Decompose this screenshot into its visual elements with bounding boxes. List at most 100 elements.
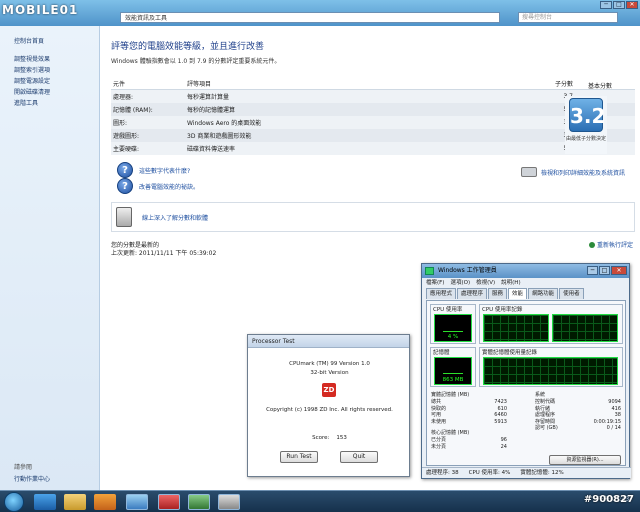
tab-performance[interactable]: 效能 [508,288,528,299]
row-rated: 每秒的記憶體運算 [187,107,236,114]
sidebar-item-index-options[interactable]: 調整索引選項 [14,65,50,76]
row-rated: Windows Aero 的桌面效能 [187,120,262,127]
tm-maximize-button[interactable]: □ [599,266,610,275]
cpu-usage-value: 4 % [447,334,459,340]
sidebar-item-disk-cleanup[interactable]: 開啟磁碟清理 [14,87,50,98]
physical-memory-header: 實體記憶體 (MB) [431,392,470,398]
menu-help[interactable]: 說明(H) [501,278,520,288]
row-rated: 磁碟資料傳送速率 [187,146,236,153]
stat-row: 未使用 5913 [431,419,507,426]
tm-close-button[interactable]: ✕ [611,266,627,275]
resource-monitor-button[interactable]: 資源監視器(R)... [549,455,621,465]
tab-networking[interactable]: 網路功能 [528,288,559,299]
system-stats: 系統 控制代碼 9094 執行緒 416 處理程序 38 存留時間 0:00:19:15… [535,391,621,432]
run-test-button[interactable]: Run Test [280,451,318,463]
see-also-label: 請參閱 [14,464,33,471]
sidebar-item-visual-effects[interactable]: 調整視覺效果 [14,54,50,65]
what-do-numbers-mean-link[interactable]: 這些數字代表什麼? [139,166,190,175]
stat-row: 認可 (GB) 0 / 14 [535,425,621,432]
close-button[interactable]: ✕ [626,1,638,9]
print-details-link[interactable]: 檢視和列印詳細效能及系統資訊 [541,168,625,177]
row-component: 主要硬碟: [113,146,140,153]
sidebar-item-advanced-tools[interactable]: 進階工具 [14,98,50,109]
score-line: Score: 153 [248,435,411,441]
menu-view[interactable]: 檢視(V) [476,278,495,288]
col-component: 元件 [113,81,126,88]
tab-services[interactable]: 服務 [488,288,508,299]
start-button-icon[interactable] [4,492,24,512]
cpu-history-box: CPU 使用率記錄 [479,304,623,344]
media-player-icon[interactable] [94,494,116,510]
breadcrumb[interactable]: 效能資訊及工具 [120,12,500,23]
help-tips: ? 改善電腦效能的祕訣。 [117,178,199,194]
tm-minimize-button[interactable]: ─ [587,266,598,275]
copyright-text: Copyright (c) 1998 ZD Inc. All rights re… [266,407,393,413]
table-row: 處理器: 每秒運算計算量 3.7 [111,90,635,103]
table-row: 圖形: Windows Aero 的桌面效能 3.9 [111,116,635,129]
score-value: 153 [336,435,347,441]
cpu-usage-fill [443,331,463,332]
table-header: 元件 評等項目 子分數 [111,78,635,90]
rerun-assessment-link[interactable]: 重新執行評定 [597,240,633,249]
sidebar-item-power-settings[interactable]: 調整電源設定 [14,76,50,87]
action-center-link[interactable]: 行動作業中心 [14,474,50,483]
stat-value: 5913 [494,418,507,425]
search-input[interactable]: 搜尋控制台 [518,12,618,23]
kernel-memory-stats: 核心記憶體 (MB) 已分頁 96 未分頁 24 [431,429,507,450]
score-label: Score: [312,435,330,441]
cpu-usage-meter: 4 % [434,314,472,342]
task-manager-tabs: 應用程式 處理程序 服務 效能 網路功能 使用者 [422,288,629,299]
menu-options[interactable]: 選項(O) [450,278,470,288]
status-processes: 處理程序: 38 [426,470,459,476]
system-header: 系統 [535,392,546,398]
cpu-history-label: CPU 使用率記錄 [482,307,523,313]
ie-icon[interactable] [34,494,56,510]
question-icon: ? [117,162,133,178]
window-top-bar: MOBILE01 效能資訊及工具 搜尋控制台 ─ □ ✕ [0,0,640,26]
base-score-panel: 3.2 由最低子分數決定 [565,96,607,154]
cpu-usage-label: CPU 使用率 [433,307,463,313]
last-update: 上次更新: 2011/11/11 下午 05:39:02 [111,250,217,257]
stat-value: 24 [500,443,507,450]
breadcrumb-text: 效能資訊及工具 [125,15,168,22]
score-table: 元件 評等項目 子分數 處理器: 每秒運算計算量 3.7 記憶體 (RAM): … [111,78,635,155]
task-manager-task-icon[interactable] [188,494,210,510]
tab-applications[interactable]: 應用程式 [426,288,457,299]
quit-button[interactable]: Quit [340,451,378,463]
control-panel-task-icon[interactable] [126,494,148,510]
row-component: 記憶體 (RAM): [113,107,153,114]
tab-users[interactable]: 使用者 [559,288,584,299]
tab-processes[interactable]: 處理程序 [457,288,488,299]
stat-label: 未使用 [431,418,447,425]
learn-more-online-link[interactable]: 線上深入了解分數和軟體 [142,213,208,222]
question-icon: ? [117,178,133,194]
maximize-button[interactable]: □ [613,1,625,9]
menu-file[interactable]: 檔案(F) [426,278,444,288]
rerun-assessment[interactable]: 重新執行評定 [589,240,633,249]
processor-test-task-icon[interactable] [158,494,180,510]
memory-label: 記憶體 [433,350,450,356]
task-manager-title-bar: Windows 工作管理員 ─ □ ✕ [422,264,629,278]
minimize-button[interactable]: ─ [600,1,612,9]
explorer-folder-icon[interactable] [64,494,86,510]
page-title: 評等您的電腦效能等級，並且進行改善 [111,42,265,52]
dialog-title: Processor Test [248,335,409,348]
row-rated: 3D 商業和遊戲圖形效能 [187,133,252,140]
col-rated: 評等項目 [187,81,212,88]
memory-value: 863 MB [442,377,464,383]
performance-tips-link[interactable]: 改善電腦效能的祕訣。 [139,182,199,191]
task-manager-title: Windows 工作管理員 [438,267,497,274]
window-task-icon[interactable] [218,494,240,510]
window-controls: ─ □ ✕ [600,1,638,9]
performance-panel: CPU 使用率 4 % CPU 使用率記錄 記憶體 863 MB 實體記憶體使用… [426,300,626,466]
printer-icon [521,167,537,177]
refresh-icon [589,241,595,248]
memory-fill [443,372,463,375]
watermark: #900827 [583,494,634,505]
sidebar-list: 調整視覺效果 調整索引選項 調整電源設定 開啟磁碟清理 進階工具 [14,54,50,109]
stat-row: 未分頁 24 [431,444,507,451]
row-component: 處理器: [113,94,134,101]
advanced-info-box: 線上深入了解分數和軟體 [111,202,635,232]
sidebar-home-link[interactable]: 控制台首頁 [14,36,44,45]
cpu-history-graph-core1 [483,314,549,342]
